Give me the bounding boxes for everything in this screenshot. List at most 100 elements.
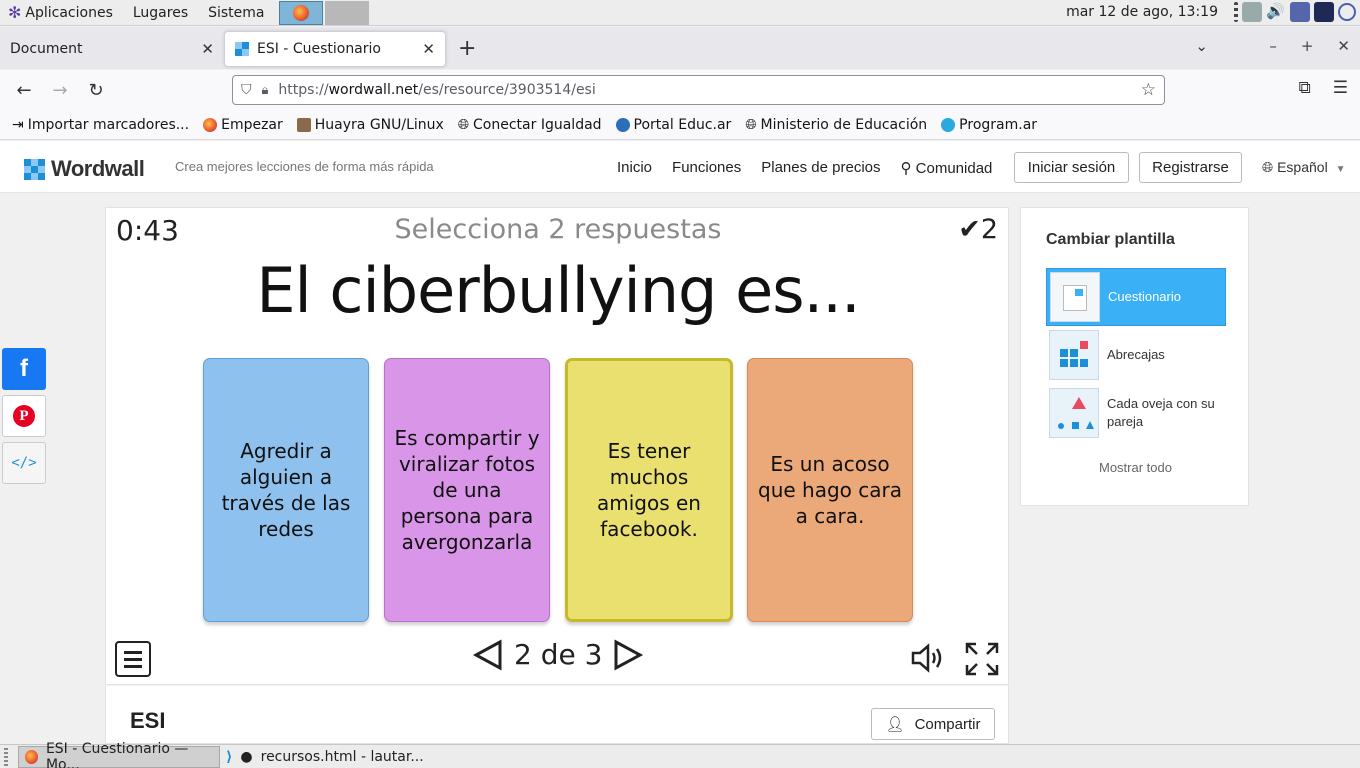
lock-icon[interactable]: 🔒︎ [262,83,269,98]
vscode-icon: ⟩ [226,748,233,765]
task-firefox[interactable]: ESI - Cuestionario — Mo... [18,741,220,768]
bookmark-star-icon[interactable]: ☆ [1141,80,1156,100]
power-icon[interactable] [1338,3,1356,21]
share-button[interactable]: 👤︎ Compartir [871,708,995,740]
facebook-share-button[interactable]: f [2,348,46,390]
question-text: El ciberbullying es... [256,254,860,327]
nav-inicio[interactable]: Inicio [617,159,652,177]
next-icon[interactable] [612,638,644,671]
activity-title: ESI [130,708,166,733]
nav-funciones[interactable]: Funciones [672,159,741,177]
close-window-icon[interactable]: ✕ [1337,37,1350,55]
facebook-icon: f [20,355,28,382]
caret-down-icon: ▼ [1335,164,1346,175]
quiz-game: 0:43 Selecciona 2 respuestas ✔2 El ciber… [105,207,1009,685]
bottom-taskbar: ESI - Cuestionario — Mo... ⟩ ● recursos.… [0,741,1360,768]
menu-places[interactable]: Lugares [133,5,188,21]
answer-text: Agredir a alguien a través de las redes [221,439,351,541]
template-cuestionario[interactable]: Cuestionario [1046,268,1226,326]
bookmark-conectar[interactable]: 🌐︎ Conectar Igualdad [458,117,602,133]
bookmarks-bar: ⇥ Importar marcadores... Empezar Huayra G… [0,110,1360,140]
maximize-icon[interactable]: + [1301,37,1314,55]
more-icon[interactable] [1234,2,1238,22]
firefox-icon [292,4,309,21]
logo-text: Wordwall [51,156,145,181]
shield-icon[interactable]: ⛉ [241,82,252,98]
forward-icon[interactable]: → [42,80,78,101]
register-button[interactable]: Registrarse [1139,152,1242,183]
bookmark-empezar[interactable]: Empezar [203,117,283,133]
reload-icon[interactable]: ↻ [78,80,114,101]
answer-card-4[interactable]: Es un acoso que hago cara a cara. [747,358,913,622]
language-label: Español [1277,159,1328,175]
template-cada-oveja[interactable]: Cada oveja con su pareja [1046,384,1226,442]
checkmark-icon: ✔ [958,214,981,245]
close-tab-icon[interactable]: ✕ [422,40,435,58]
show-all-link[interactable]: Mostrar todo [1021,460,1250,475]
firefox-icon [203,117,218,132]
nav-comunidad[interactable]: ⚲ Comunidad [901,159,993,177]
taskbar-handle [4,747,8,766]
bookmark-import[interactable]: ⇥ Importar marcadores... [12,117,189,133]
activity-info: ESI 👤︎ Compartir [105,686,1009,744]
menu-applications[interactable]: Aplicaciones [25,5,112,21]
tab-document[interactable]: Document ✕ [0,31,224,67]
gnome-foot-icon: ✻ [8,3,22,22]
bookmark-huayra[interactable]: Huayra GNU/Linux [296,116,444,133]
globe-icon: 🌐︎ [745,116,757,133]
programar-icon [941,117,956,132]
bookmark-label: Importar marcadores... [27,116,190,133]
extensions-icon[interactable]: ⧉ [1299,78,1311,98]
bookmark-label: Ministerio de Educación [760,116,928,133]
template-abrecajas[interactable]: Abrecajas [1046,326,1226,384]
sound-icon[interactable] [911,643,945,673]
tab-esi-cuestionario[interactable]: ESI - Cuestionario ✕ [224,31,446,67]
tab-title: Document [10,41,83,57]
previous-icon[interactable] [472,638,504,671]
app-menu-icon[interactable]: ☰ [1333,78,1348,98]
quiz-template-icon [1050,272,1100,322]
template-label: Abrecajas [1107,347,1165,362]
answer-text: Es tener muchos amigos en facebook. [597,439,701,541]
new-tab-icon[interactable]: + [458,36,476,61]
score-value: 2 [980,214,998,245]
answer-card-1[interactable]: Agredir a alguien a través de las redes [203,358,369,622]
language-selector[interactable]: 🌐︎ Español ▼ [1262,159,1345,176]
bookmark-ministerio[interactable]: 🌐︎ Ministerio de Educación [745,117,927,133]
globe-icon: 🌐︎ [1262,159,1274,175]
list-tabs-chevron-icon[interactable]: ⌄ [1195,37,1208,55]
workspace-switcher[interactable] [324,0,369,25]
task-label: recursos.html - lautar... [260,748,424,765]
answer-card-3[interactable]: Es tener muchos amigos en facebook. [565,358,733,622]
user-add-icon: 👤︎ [885,716,905,733]
game-menu-button[interactable] [115,641,151,677]
url-bar[interactable]: ⛉ 🔒︎ https://wordwall.net/es/resource/39… [232,75,1165,105]
answer-card-2[interactable]: Es compartir y viralizar fotos de una pe… [384,358,550,622]
clock[interactable]: mar 12 de ago, 13:19 [1066,4,1218,20]
embed-share-button[interactable]: </> [2,442,46,484]
template-label: Cada oveja con su pareja [1107,396,1215,429]
nav-planes[interactable]: Planes de precios [761,159,880,177]
task-vscode[interactable]: ⟩ ● recursos.html - lautar... [220,746,430,768]
bookmark-programar[interactable]: Program.ar [941,117,1037,133]
volume-icon[interactable]: 🔊 [1266,2,1286,22]
close-tab-icon[interactable]: ✕ [201,40,214,58]
huayra-icon [296,117,311,132]
minimize-icon[interactable]: – [1269,37,1277,55]
screen-icon[interactable] [1242,2,1262,22]
pinterest-share-button[interactable]: P [2,395,46,437]
wordwall-logo[interactable]: Wordwall [24,156,145,182]
tab-strip: Document ✕ ESI - Cuestionario ✕ + ⌄ – + … [0,27,1360,69]
bookmark-educar[interactable]: Portal Educ.ar [615,117,731,133]
keyboard-icon[interactable] [1314,2,1334,22]
login-button[interactable]: Iniciar sesión [1014,152,1129,183]
templates-header: Cambiar plantilla [1046,231,1175,248]
instruction: Selecciona 2 respuestas [394,214,722,245]
menu-system[interactable]: Sistema [208,5,264,21]
fullscreen-icon[interactable] [965,642,999,676]
bookmark-label: Huayra GNU/Linux [314,116,444,133]
url-path: /es/resource/3903514/esi [418,82,596,98]
network-icon[interactable] [1290,2,1310,22]
firefox-launcher[interactable] [278,0,323,25]
back-icon[interactable]: ← [6,80,42,101]
